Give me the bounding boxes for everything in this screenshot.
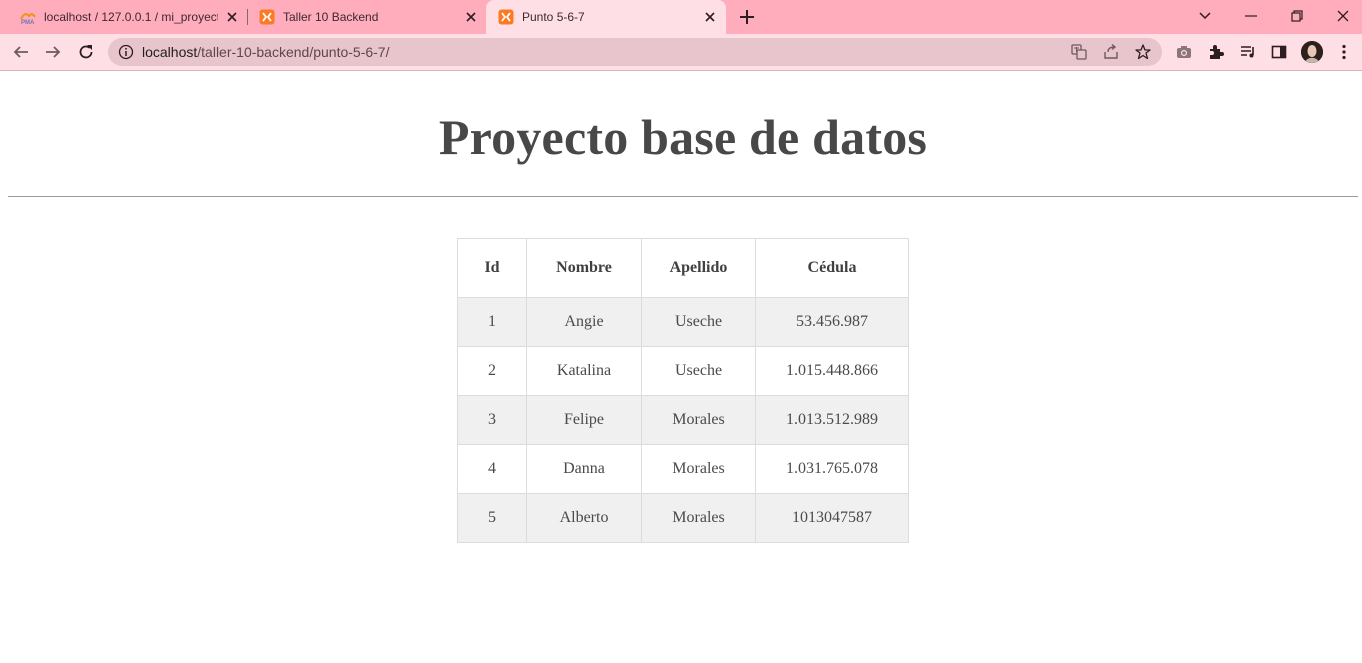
table-header-row: Id Nombre Apellido Cédula [457,238,909,298]
table-row: 5 Alberto Morales 1013047587 [457,493,909,543]
back-button[interactable] [11,42,31,62]
xampp-icon [498,9,514,25]
phpmyadmin-icon: PMA [20,9,36,26]
horizontal-rule [8,196,1358,197]
table-row: 1 Angie Useche 53.456.987 [457,297,909,347]
data-table: Id Nombre Apellido Cédula 1 Angie Useche… [457,238,909,543]
column-header-id: Id [457,238,527,298]
address-bar[interactable]: localhost/taller-10-backend/punto-5-6-7/ [108,38,1162,66]
cell-apellido: Useche [641,297,756,347]
cell-nombre: Angie [526,297,642,347]
cell-id: 2 [457,346,527,396]
cell-id: 3 [457,395,527,445]
cell-nombre: Katalina [526,346,642,396]
close-tab-icon[interactable] [702,9,718,25]
cell-cedula: 1.031.765.078 [755,444,909,494]
tab-title: Taller 10 Backend [283,10,379,24]
url-host: localhost [142,44,198,60]
cell-id: 1 [457,297,527,347]
cell-cedula: 1013047587 [755,493,909,543]
browser-toolbar: localhost/taller-10-backend/punto-5-6-7/ [0,34,1362,71]
page-title: Proyecto base de datos [438,109,928,165]
cell-cedula: 53.456.987 [755,297,909,347]
cell-apellido: Morales [641,444,756,494]
minimize-button[interactable] [1239,5,1263,27]
share-icon[interactable] [1103,43,1119,60]
close-tab-icon[interactable] [224,9,240,25]
column-header-nombre: Nombre [526,238,642,298]
tab-punto-5-6-7[interactable]: Punto 5-6-7 [486,0,726,34]
column-header-apellido: Apellido [641,238,756,298]
tab-search-button[interactable] [1193,5,1217,27]
screenshot-icon[interactable] [1174,42,1194,62]
extensions-icon[interactable] [1206,42,1226,62]
menu-icon[interactable] [1334,42,1354,62]
cell-nombre: Alberto [526,493,642,543]
table-row: 4 Danna Morales 1.031.765.078 [457,444,909,494]
translate-icon[interactable] [1071,44,1087,60]
cell-apellido: Morales [641,395,756,445]
profile-avatar[interactable] [1301,41,1323,63]
table-row: 3 Felipe Morales 1.013.512.989 [457,395,909,445]
cell-nombre: Danna [526,444,642,494]
page-content: Proyecto base de datos Id Nombre Apellid… [0,71,1362,663]
restore-button[interactable] [1285,5,1309,27]
new-tab-button[interactable] [737,7,757,27]
cell-id: 4 [457,444,527,494]
cell-apellido: Useche [641,346,756,396]
tab-phpmyadmin[interactable]: PMA localhost / 127.0.0.1 / mi_proyecto [8,0,248,34]
tab-strip: PMA localhost / 127.0.0.1 / mi_proyecto … [0,0,1362,34]
close-window-button[interactable] [1331,5,1355,27]
tab-title: localhost / 127.0.0.1 / mi_proyecto [44,10,218,24]
site-info-icon[interactable] [118,44,134,60]
cell-id: 5 [457,493,527,543]
xampp-icon [259,9,275,25]
cell-nombre: Felipe [526,395,642,445]
column-header-cedula: Cédula [755,238,909,298]
cell-apellido: Morales [641,493,756,543]
svg-text:PMA: PMA [21,20,35,25]
tab-title: Punto 5-6-7 [522,10,585,24]
forward-button[interactable] [43,42,63,62]
cell-cedula: 1.015.448.866 [755,346,909,396]
url-path: /taller-10-backend/punto-5-6-7/ [197,44,390,60]
table-row: 2 Katalina Useche 1.015.448.866 [457,346,909,396]
close-tab-icon[interactable] [463,9,479,25]
bookmark-star-icon[interactable] [1135,44,1151,60]
side-panel-icon[interactable] [1269,42,1289,62]
url-text[interactable]: localhost/taller-10-backend/punto-5-6-7/ [142,44,390,60]
reload-button[interactable] [76,42,96,62]
tab-taller-10[interactable]: Taller 10 Backend [247,0,487,34]
media-queue-icon[interactable] [1238,42,1258,62]
cell-cedula: 1.013.512.989 [755,395,909,445]
